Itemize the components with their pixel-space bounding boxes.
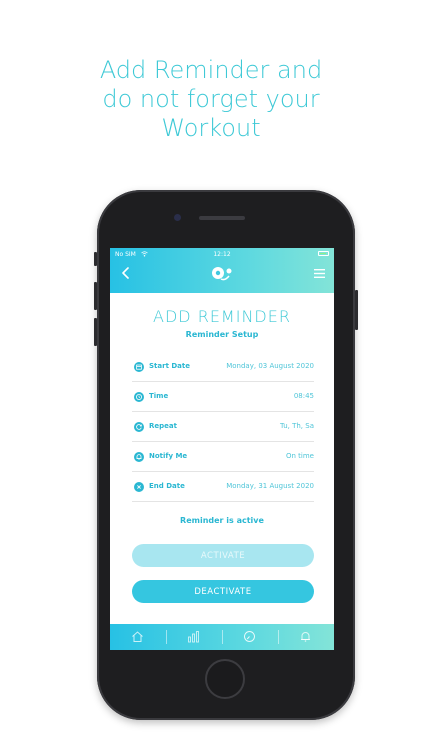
clock-icon: [134, 392, 144, 402]
reminder-settings-list: Start Date Monday, 03 August 2020 Time 0…: [132, 352, 314, 502]
bottom-tab-bar: [110, 624, 334, 650]
row-notify-me[interactable]: Notify Me On time: [132, 442, 314, 472]
clock-time: 12:12: [213, 251, 231, 258]
activate-button[interactable]: ACTIVATE: [132, 544, 314, 567]
phone-volume-down: [94, 318, 97, 346]
row-start-date[interactable]: Start Date Monday, 03 August 2020: [132, 352, 314, 382]
page-title: ADD REMINDER: [153, 307, 291, 326]
timer-icon: [244, 631, 255, 642]
reminder-status-text: Reminder is active: [180, 516, 264, 525]
row-value: On time: [286, 452, 314, 460]
home-button[interactable]: [205, 659, 245, 699]
bell-icon: [301, 632, 310, 642]
hamburger-menu-icon[interactable]: [314, 269, 325, 278]
home-icon: [132, 631, 143, 642]
phone-power-button: [355, 290, 358, 330]
row-label: Start Date: [149, 362, 190, 370]
tab-timer[interactable]: [222, 624, 278, 650]
back-arrow-icon[interactable]: [121, 266, 131, 280]
close-circle-icon: [134, 482, 144, 492]
calendar-icon: [134, 362, 144, 372]
row-label: End Date: [149, 482, 185, 490]
stats-icon: [188, 631, 199, 643]
tab-home[interactable]: [110, 624, 166, 650]
app-screen: No SIM 12:12 ADD REMINDER Reminder Setup: [110, 248, 334, 650]
row-label: Notify Me: [149, 452, 188, 460]
row-time[interactable]: Time 08:45: [132, 382, 314, 412]
promo-headline: Add Reminder and do not forget your Work…: [0, 56, 422, 143]
promo-headline-line-1: Add Reminder and: [99, 56, 323, 84]
row-value: Tu, Th, Sa: [280, 422, 314, 430]
row-label: Repeat: [149, 422, 177, 430]
promo-headline-line-2: do not forget your: [102, 85, 320, 113]
row-value: 08:45: [293, 392, 314, 400]
phone-volume-up: [94, 282, 97, 310]
row-label: Time: [149, 392, 169, 400]
earpiece-speaker: [199, 216, 245, 220]
page-subtitle: Reminder Setup: [185, 330, 259, 339]
row-end-date[interactable]: End Date Monday, 31 August 2020: [132, 472, 314, 502]
battery-icon: [318, 251, 329, 256]
bell-icon: [134, 452, 144, 462]
row-repeat[interactable]: Repeat Tu, Th, Sa: [132, 412, 314, 442]
tab-reminders[interactable]: [278, 624, 334, 650]
app-header: No SIM 12:12: [110, 248, 334, 293]
repeat-icon: [134, 422, 144, 432]
tab-stats[interactable]: [166, 624, 222, 650]
front-camera: [174, 214, 181, 221]
app-logo-icon: [212, 267, 232, 281]
row-value: Monday, 31 August 2020: [226, 482, 314, 490]
phone-side-button: [94, 252, 97, 266]
promo-headline-line-3: Workout: [161, 114, 261, 142]
deactivate-button[interactable]: DEACTIVATE: [132, 580, 314, 603]
row-value: Monday, 03 August 2020: [226, 362, 314, 370]
